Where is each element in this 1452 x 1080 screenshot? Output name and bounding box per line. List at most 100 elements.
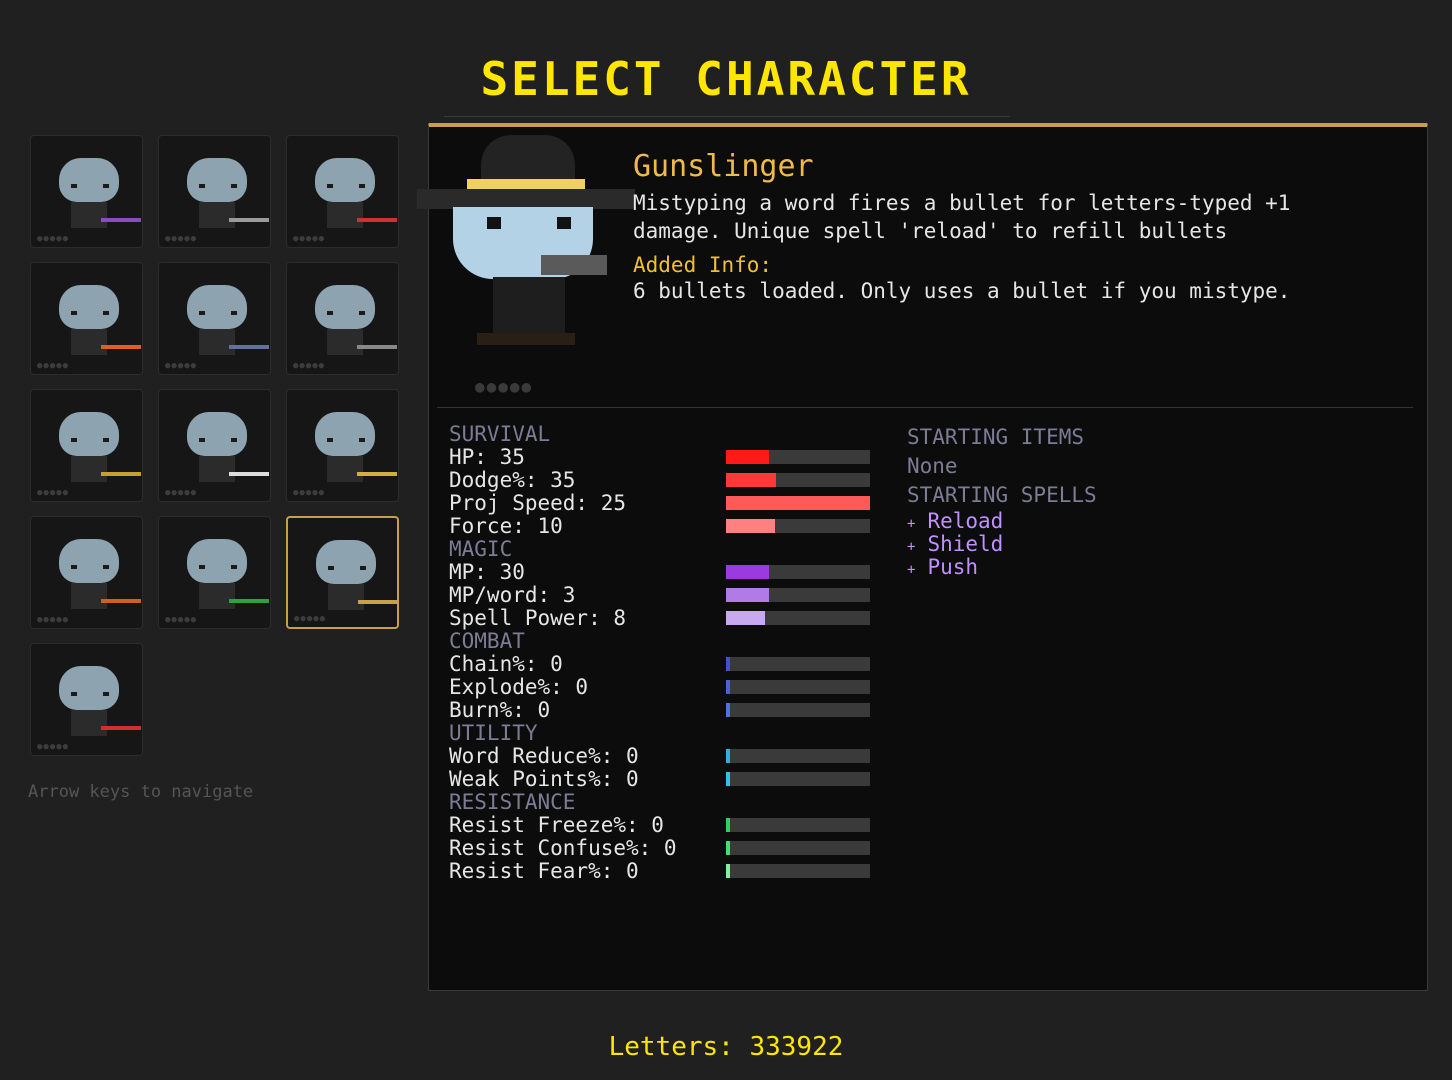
- character-slot-2[interactable]: ●●●●●: [158, 135, 271, 248]
- added-info-text: 6 bullets loaded. Only uses a bullet if …: [633, 279, 1291, 303]
- character-body: [199, 202, 235, 228]
- plus-icon: +: [907, 539, 916, 555]
- weapon-icon: [229, 345, 269, 349]
- slot-dots: ●●●●●: [293, 488, 326, 498]
- eyes: [199, 311, 237, 315]
- panel-divider: [437, 407, 1413, 408]
- stat-bar-fill: [726, 657, 730, 671]
- weapon-icon: [229, 599, 269, 603]
- hat-brim: [417, 189, 635, 209]
- character-slot-6[interactable]: ●●●●●: [286, 262, 399, 375]
- eyes: [327, 184, 365, 188]
- weapon-icon: [357, 472, 397, 476]
- stat-category-resistance: RESISTANCE: [449, 790, 576, 814]
- cowboy-hat-icon: [316, 540, 376, 584]
- bow-icon: [59, 412, 119, 456]
- weapon-icon: [101, 345, 141, 349]
- character-slot-9[interactable]: ●●●●●: [286, 389, 399, 502]
- stat-row: Burn%: 0: [449, 699, 889, 722]
- knight-helmet-icon: [187, 285, 247, 329]
- stat-category-magic: MAGIC: [449, 537, 513, 561]
- character-detail-panel: ●●●●● Gunslinger Mistyping a word fires …: [417, 123, 1428, 991]
- navigation-hint: Arrow keys to navigate: [28, 782, 254, 802]
- character-body: [71, 456, 107, 482]
- stat-row: Explode%: 0: [449, 676, 889, 699]
- page-title: SELECT CHARACTER: [480, 52, 972, 106]
- character-portrait: ●●●●●: [417, 127, 635, 407]
- stat-bar: [726, 864, 870, 878]
- stat-bar: [726, 611, 870, 625]
- weapon-icon: [358, 600, 398, 604]
- character-slot-11[interactable]: ●●●●●: [158, 516, 271, 629]
- character-slot-1[interactable]: ●●●●●: [30, 135, 143, 248]
- stat-bar-fill: [726, 473, 777, 487]
- stat-label: Resist Fear%: 0: [449, 859, 639, 883]
- eyes: [328, 566, 366, 570]
- character-slot-12[interactable]: ●●●●●: [286, 516, 399, 629]
- spell-item: + Reload: [907, 510, 1097, 533]
- character-slot-3[interactable]: ●●●●●: [286, 135, 399, 248]
- eyes: [71, 565, 109, 569]
- stat-category-utility: UTILITY: [449, 721, 538, 745]
- slot-dots: ●●●●●: [293, 361, 326, 371]
- stat-row: Force: 10: [449, 515, 889, 538]
- weapon-icon: [101, 472, 141, 476]
- stats-list: SURVIVAL HP: 35 Dodge%: 35 Proj Speed: 25 Fo…: [449, 423, 889, 883]
- character-slot-13[interactable]: ●●●●●: [30, 643, 143, 756]
- stat-row: Spell Power: 8: [449, 607, 889, 630]
- stat-row: MP: 30: [449, 561, 889, 584]
- stat-bar: [726, 680, 870, 694]
- character-body: [199, 583, 235, 609]
- character-slot-10[interactable]: ●●●●●: [30, 516, 143, 629]
- stat-label: Proj Speed: 25: [449, 491, 627, 515]
- character-description: Mistyping a word fires a bullet for lett…: [633, 191, 1291, 243]
- stat-bar: [726, 657, 870, 671]
- stat-label: Resist Confuse%: 0: [449, 836, 677, 860]
- letters-counter: Letters: 333922: [608, 1032, 844, 1062]
- slot-dots: ●●●●●: [165, 361, 198, 371]
- character-body: [327, 456, 363, 482]
- stat-category-combat: COMBAT: [449, 629, 525, 653]
- stat-bar-fill: [726, 588, 770, 602]
- plus-icon: +: [907, 516, 916, 532]
- slot-dots: ●●●●●: [37, 234, 70, 244]
- stat-label: Force: 10: [449, 514, 563, 538]
- slot-dots: ●●●●●: [294, 614, 327, 624]
- eyes: [71, 692, 109, 696]
- stat-row: Dodge%: 35: [449, 469, 889, 492]
- stat-row: Resist Fear%: 0: [449, 860, 889, 883]
- stat-label: HP: 35: [449, 445, 525, 469]
- stat-label: Weak Points%: 0: [449, 767, 639, 791]
- stat-row: MP/word: 3: [449, 584, 889, 607]
- stat-label: Burn%: 0: [449, 698, 551, 722]
- character-slot-5[interactable]: ●●●●●: [158, 262, 271, 375]
- scarf-icon: [187, 539, 247, 583]
- stat-bar: [726, 496, 870, 510]
- stat-bar: [726, 818, 870, 832]
- stat-bar-fill: [726, 864, 730, 878]
- character-slot-8[interactable]: ●●●●●: [158, 389, 271, 502]
- starting-items-label: STARTING ITEMS: [907, 425, 1085, 449]
- character-slot-4[interactable]: ●●●●●: [30, 262, 143, 375]
- spell-name: Shield: [927, 532, 1004, 556]
- slot-dots: ●●●●●: [37, 742, 70, 752]
- eyes: [327, 311, 365, 315]
- stat-bar: [726, 841, 870, 855]
- stat-bar-fill: [726, 519, 775, 533]
- character-body: [327, 202, 363, 228]
- headband-icon: [59, 539, 119, 583]
- stat-bar-fill: [726, 611, 765, 625]
- added-info-label: Added Info:: [633, 253, 773, 277]
- character-slot-7[interactable]: ●●●●●: [30, 389, 143, 502]
- stat-label: Explode%: 0: [449, 675, 589, 699]
- hood-icon: [187, 158, 247, 202]
- stat-label: Spell Power: 8: [449, 606, 627, 630]
- stat-bar-fill: [726, 450, 770, 464]
- stat-row: Resist Confuse%: 0: [449, 837, 889, 860]
- stat-label: Word Reduce%: 0: [449, 744, 639, 768]
- stat-bar: [726, 473, 870, 487]
- stat-bar: [726, 588, 870, 602]
- character-body: [71, 202, 107, 228]
- left-eye: [487, 217, 501, 229]
- right-eye: [557, 217, 571, 229]
